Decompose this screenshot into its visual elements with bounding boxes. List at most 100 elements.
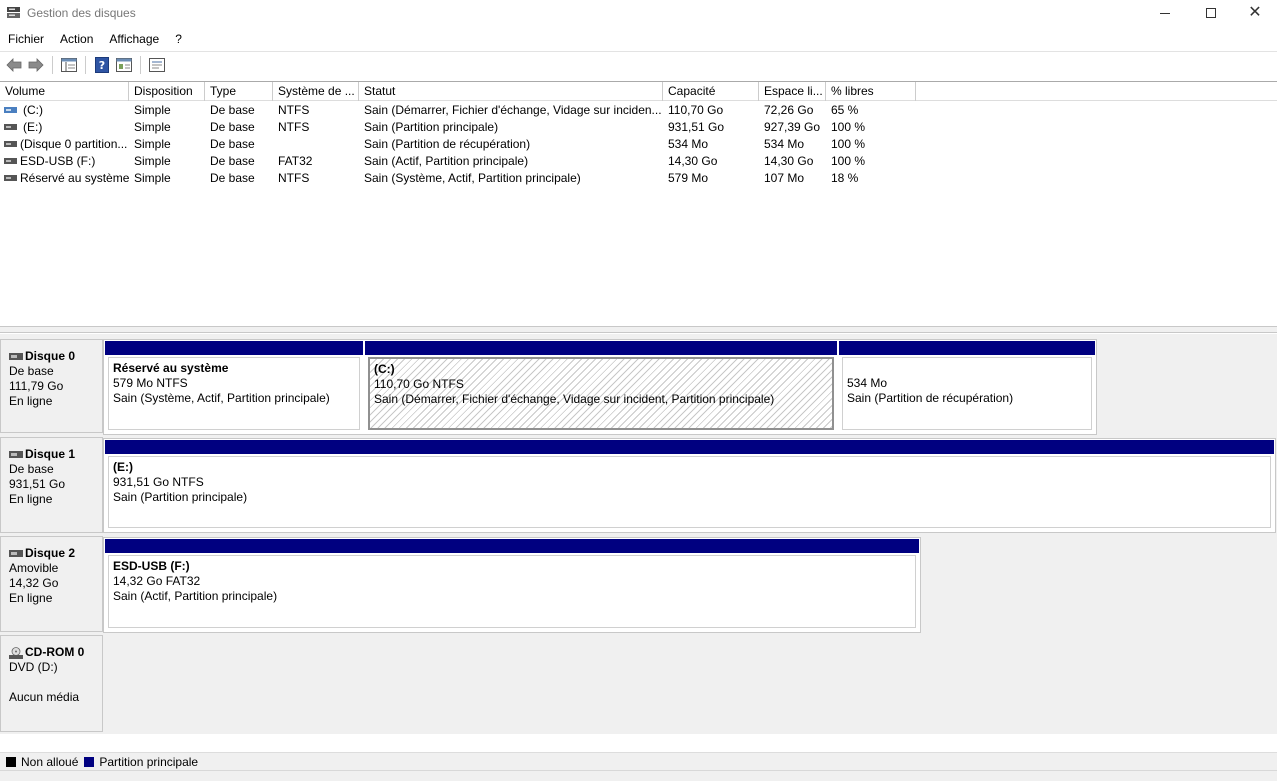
forward-arrow-icon: [28, 57, 44, 72]
partition-name: Réservé au système: [113, 361, 229, 375]
table-row[interactable]: (C:) Simple De base NTFS Sain (Démarrer,…: [0, 102, 1277, 119]
disk-name: CD-ROM 0: [25, 645, 85, 659]
disk-name: Disque 1: [25, 447, 76, 461]
disk-kind: Amovible: [9, 561, 59, 575]
legend-item-unallocated: Non alloué: [6, 755, 78, 769]
menu-action[interactable]: Action: [52, 28, 101, 50]
cell-free-space: 534 Mo: [764, 137, 805, 151]
disk-0-partitions: Réservé au système 579 Mo NTFS Sain (Sys…: [103, 339, 1097, 435]
primary-partition-bar: [839, 341, 1095, 355]
disk-2-partitions: ESD-USB (F:) 14,32 Go FAT32 Sain (Actif,…: [103, 537, 921, 633]
partition-name: (C:): [374, 362, 395, 376]
cell-type: De base: [210, 103, 255, 117]
table-row[interactable]: (Disque 0 partition... Simple De base Sa…: [0, 136, 1277, 153]
cell-status: Sain (Démarrer, Fichier d'échange, Vidag…: [364, 103, 662, 117]
cell-disposition: Simple: [134, 137, 171, 151]
column-header-filesystem[interactable]: Système de ...: [273, 82, 359, 101]
cell-capacity: 534 Mo: [668, 137, 709, 151]
forward-button[interactable]: [26, 55, 46, 75]
window-title: Gestion des disques: [27, 6, 136, 20]
partition-size: 14,32 Go FAT32: [113, 574, 201, 588]
maximize-button[interactable]: [1188, 0, 1234, 26]
volume-list: Volume Disposition Type Système de ... S…: [0, 81, 1277, 326]
disk-size: 14,32 Go: [9, 576, 59, 590]
show-hide-button[interactable]: [147, 55, 167, 75]
graphical-disk-view: Disque 0 De base 111,79 Go En ligne Rése…: [0, 334, 1277, 734]
partition-system-reserved[interactable]: Réservé au système 579 Mo NTFS Sain (Sys…: [104, 340, 364, 434]
properties-icon: [116, 57, 132, 72]
menu-affichage[interactable]: Affichage: [101, 28, 167, 50]
cell-percent-free: 100 %: [831, 154, 866, 168]
column-header-disposition[interactable]: Disposition: [129, 82, 205, 101]
cell-filesystem: FAT32: [278, 154, 313, 168]
column-header-volume[interactable]: Volume: [0, 82, 129, 101]
disk-name: Disque 0: [25, 349, 76, 363]
primary-partition-bar: [105, 539, 919, 553]
partition-size: 579 Mo NTFS: [113, 376, 188, 390]
partition-status: Sain (Démarrer, Fichier d'échange, Vidag…: [374, 392, 775, 406]
cell-disposition: Simple: [134, 120, 171, 134]
cell-volume: (Disque 0 partition...: [20, 137, 128, 151]
cell-free-space: 72,26 Go: [764, 103, 814, 117]
disk-0-label[interactable]: Disque 0 De base 111,79 Go En ligne: [0, 339, 103, 433]
cell-capacity: 14,30 Go: [668, 154, 718, 168]
cell-free-space: 107 Mo: [764, 171, 805, 185]
partition-details: Réservé au système 579 Mo NTFS Sain (Sys…: [108, 357, 360, 430]
cdrom-0-label[interactable]: CD-ROM 0 DVD (D:) Aucun média: [0, 635, 103, 732]
cell-filesystem: [273, 136, 359, 153]
table-row[interactable]: ESD-USB (F:) Simple De base FAT32 Sain (…: [0, 153, 1277, 170]
cell-filesystem: NTFS: [278, 120, 310, 134]
column-header-free-space[interactable]: Espace li...: [759, 82, 826, 101]
partition-c[interactable]: (C:) 110,70 Go NTFS Sain (Démarrer, Fich…: [364, 340, 838, 434]
cell-filesystem: NTFS: [278, 103, 310, 117]
cell-percent-free: 18 %: [831, 171, 859, 185]
disk-state: En ligne: [9, 492, 53, 506]
column-header-capacity[interactable]: Capacité: [663, 82, 759, 101]
close-button[interactable]: ✕: [1232, 0, 1277, 26]
list-view-icon: [149, 57, 165, 72]
menu-fichier[interactable]: Fichier: [0, 28, 52, 50]
status-bar: [0, 770, 1277, 781]
disk-1-label[interactable]: Disque 1 De base 931,51 Go En ligne: [0, 437, 103, 533]
partition-status: Sain (Système, Actif, Partition principa…: [113, 391, 330, 405]
partition-size: 931,51 Go NTFS: [113, 475, 204, 489]
primary-partition-swatch: [84, 756, 95, 767]
column-header-type[interactable]: Type: [205, 82, 273, 101]
back-button[interactable]: [4, 55, 24, 75]
console-tree-icon: [61, 57, 77, 72]
cell-volume: Réservé au système: [20, 171, 129, 185]
cell-type: De base: [210, 120, 255, 134]
cell-status: Sain (Système, Actif, Partition principa…: [364, 171, 581, 185]
pane-splitter[interactable]: [0, 326, 1277, 333]
console-tree-button[interactable]: [59, 55, 79, 75]
properties-button[interactable]: [114, 55, 134, 75]
table-row[interactable]: Réservé au système Simple De base NTFS S…: [0, 170, 1277, 187]
menu-help[interactable]: ?: [167, 28, 190, 50]
disk-2-label[interactable]: Disque 2 Amovible 14,32 Go En ligne: [0, 536, 103, 632]
partition-size: 534 Mo: [847, 376, 888, 390]
toolbar: ?: [0, 51, 1277, 77]
partition-details: (E:) 931,51 Go NTFS Sain (Partition prin…: [108, 456, 1271, 528]
partition-name: ESD-USB (F:): [113, 559, 190, 573]
drive-icon: [4, 124, 17, 130]
disk-kind: De base: [9, 364, 54, 378]
minimize-icon: [1160, 12, 1170, 14]
cell-percent-free: 100 %: [831, 120, 866, 134]
primary-partition-bar: [105, 341, 363, 355]
partition-recovery[interactable]: 534 Mo Sain (Partition de récupération): [838, 340, 1096, 434]
cell-filesystem: NTFS: [278, 171, 310, 185]
help-button[interactable]: ?: [92, 55, 112, 75]
cell-free-space: 14,30 Go: [764, 154, 814, 168]
column-header-percent-free[interactable]: % libres: [826, 82, 916, 101]
table-row[interactable]: (E:) Simple De base NTFS Sain (Partition…: [0, 119, 1277, 136]
primary-partition-bar: [105, 440, 1274, 454]
disk-size: 111,79 Go: [9, 379, 64, 393]
partition-e[interactable]: (E:) 931,51 Go NTFS Sain (Partition prin…: [104, 439, 1275, 532]
partition-esd-usb[interactable]: ESD-USB (F:) 14,32 Go FAT32 Sain (Actif,…: [104, 538, 920, 632]
cell-disposition: Simple: [134, 171, 171, 185]
partition-details: 534 Mo Sain (Partition de récupération): [842, 357, 1092, 430]
cell-type: De base: [210, 154, 255, 168]
minimize-button[interactable]: [1142, 0, 1188, 26]
volume-list-header: Volume Disposition Type Système de ... S…: [0, 82, 1277, 101]
column-header-status[interactable]: Statut: [359, 82, 663, 101]
